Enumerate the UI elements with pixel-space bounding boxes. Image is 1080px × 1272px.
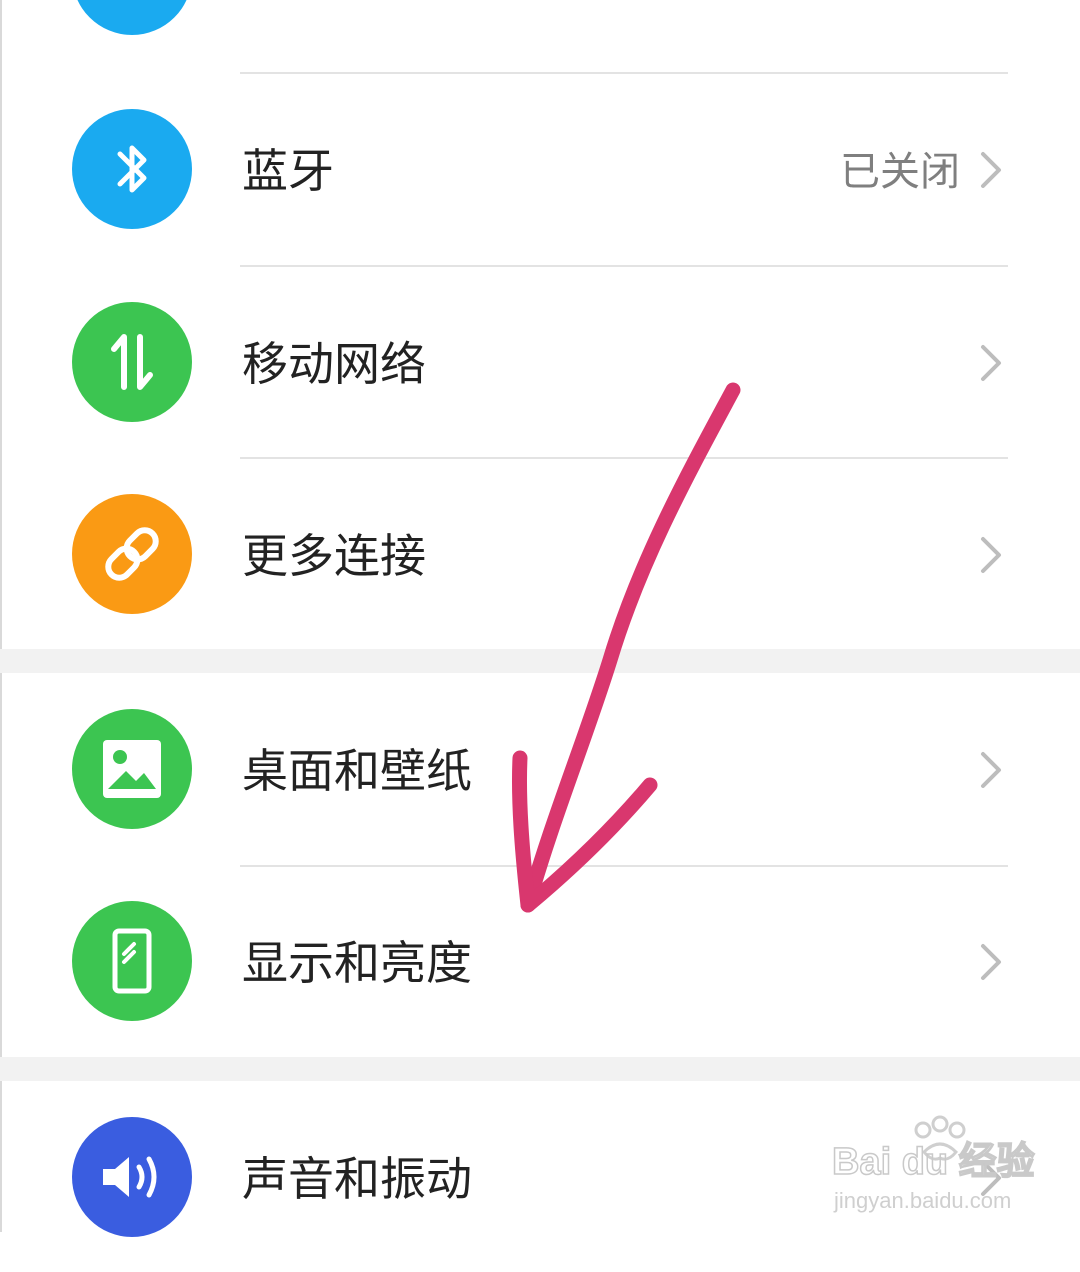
baidu-jingyan-watermark: Bai du 经验 jingyan.baidu.com: [831, 1115, 1035, 1213]
partial-icon: [72, 0, 192, 35]
svg-text:Bai du 经验: Bai du 经验: [832, 1141, 1035, 1183]
settings-item-label: 更多连接: [242, 529, 426, 583]
settings-item-mobile-network[interactable]: 移动网络: [0, 267, 1080, 457]
settings-item-desktop-wallpaper[interactable]: 桌面和壁纸: [0, 674, 1080, 864]
settings-item-label: 声音和振动: [242, 1152, 472, 1206]
mobile-data-icon: [72, 302, 192, 422]
phone-display-icon: [72, 901, 192, 1021]
chevron-right-icon: [981, 152, 1001, 188]
bluetooth-status: 已关闭: [840, 149, 960, 195]
image-icon: [72, 709, 192, 829]
settings-item-more-connections[interactable]: 更多连接: [0, 459, 1080, 649]
settings-item-top-partial[interactable]: [0, 0, 1080, 70]
chevron-right-icon: [981, 537, 1001, 573]
section-gap: [0, 1057, 1080, 1081]
svg-text:jingyan.baidu.com: jingyan.baidu.com: [833, 1188, 1011, 1213]
bluetooth-icon: [72, 109, 192, 229]
settings-item-display-brightness[interactable]: 显示和亮度: [0, 866, 1080, 1056]
chevron-right-icon: [981, 345, 1001, 381]
link-icon: [72, 494, 192, 614]
section-gap: [0, 649, 1080, 673]
speaker-icon: [72, 1117, 192, 1237]
chevron-right-icon: [981, 752, 1001, 788]
chevron-right-icon: [981, 944, 1001, 980]
settings-item-bluetooth[interactable]: 蓝牙 已关闭: [0, 74, 1080, 264]
settings-item-label: 桌面和壁纸: [242, 744, 472, 798]
settings-item-label: 蓝牙: [242, 144, 334, 198]
settings-item-label: 移动网络: [242, 337, 426, 391]
settings-item-label: 显示和亮度: [242, 936, 472, 990]
